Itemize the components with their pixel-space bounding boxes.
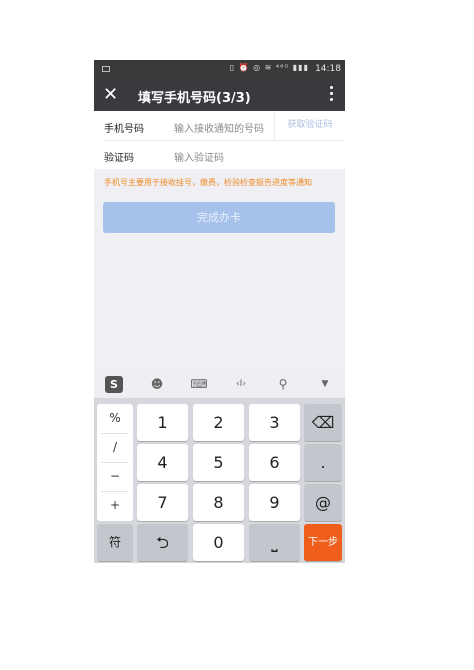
collapse-keyboard-icon[interactable]: ▼ bbox=[316, 376, 334, 393]
form-card: 手机号码 输入接收通知的号码 获取验证码 验证码 输入验证码 bbox=[94, 111, 345, 169]
key-0[interactable]: 0 bbox=[193, 524, 244, 561]
numeric-keyboard: S ☻ ⌨ ‹I› ⚲ ▼ % / − + 1 2 3 ⌫ 4 5 6 . 7 … bbox=[94, 371, 345, 563]
symbol-key[interactable]: + bbox=[97, 491, 133, 520]
get-code-button[interactable]: 获取验证码 bbox=[274, 111, 345, 140]
key-1[interactable]: 1 bbox=[137, 404, 188, 441]
title-bar: ✕ 填写手机号码(3/3) bbox=[94, 80, 345, 111]
emoji-icon[interactable]: ☻ bbox=[148, 376, 166, 393]
cursor-icon[interactable]: ‹I› bbox=[232, 376, 250, 393]
dot-key[interactable]: . bbox=[304, 444, 342, 481]
backspace-key[interactable]: ⌫ bbox=[304, 404, 342, 441]
symbol-key[interactable]: / bbox=[97, 433, 133, 462]
key-8[interactable]: 8 bbox=[193, 484, 244, 521]
phone-screen: ▯ ⏰ ◎ ≋ ⁴⁶ᴳ ▮▮▮ 14:18 ✕ 填写手机号码(3/3) 手机号码… bbox=[94, 60, 345, 563]
symbol-column: % / − + bbox=[97, 404, 133, 521]
search-icon[interactable]: ⚲ bbox=[274, 376, 292, 393]
key-5[interactable]: 5 bbox=[193, 444, 244, 481]
phone-label: 手机号码 bbox=[104, 124, 144, 135]
page-title: 填写手机号码(3/3) bbox=[138, 91, 251, 106]
space-key[interactable]: ⎵ bbox=[249, 524, 300, 561]
key-6[interactable]: 6 bbox=[249, 444, 300, 481]
key-9[interactable]: 9 bbox=[249, 484, 300, 521]
next-step-key[interactable]: 下一步 bbox=[304, 524, 342, 561]
notification-icon bbox=[102, 66, 110, 72]
symbol-key[interactable]: % bbox=[97, 404, 133, 433]
ime-logo-icon[interactable]: S bbox=[105, 376, 123, 393]
key-3[interactable]: 3 bbox=[249, 404, 300, 441]
notice-text: 手机号主要用于接收挂号，缴费，检验检查报告进度等通知 bbox=[104, 178, 312, 187]
close-icon[interactable]: ✕ bbox=[103, 84, 118, 106]
symbol-switch-key[interactable]: 符 bbox=[97, 524, 133, 561]
complete-button[interactable]: 完成办卡 bbox=[103, 202, 335, 233]
code-input[interactable]: 输入验证码 bbox=[174, 149, 224, 164]
return-key[interactable]: ⮌ bbox=[137, 524, 188, 561]
key-2[interactable]: 2 bbox=[193, 404, 244, 441]
more-options-icon[interactable] bbox=[330, 84, 334, 106]
key-7[interactable]: 7 bbox=[137, 484, 188, 521]
code-row: 验证码 输入验证码 bbox=[94, 140, 345, 169]
system-status-icons: ▯ ⏰ ◎ ≋ ⁴⁶ᴳ ▮▮▮ bbox=[229, 63, 309, 72]
phone-row: 手机号码 输入接收通知的号码 获取验证码 bbox=[94, 111, 345, 140]
symbol-key[interactable]: − bbox=[97, 462, 133, 491]
key-4[interactable]: 4 bbox=[137, 444, 188, 481]
at-key[interactable]: @ bbox=[304, 484, 342, 521]
keyboard-icon[interactable]: ⌨ bbox=[190, 376, 208, 393]
keyboard-toolbar: S ☻ ⌨ ‹I› ⚲ ▼ bbox=[94, 371, 345, 398]
status-time: 14:18 bbox=[315, 64, 341, 74]
code-label: 验证码 bbox=[104, 153, 134, 164]
status-bar: ▯ ⏰ ◎ ≋ ⁴⁶ᴳ ▮▮▮ 14:18 bbox=[94, 60, 345, 80]
phone-input[interactable]: 输入接收通知的号码 bbox=[174, 120, 264, 135]
